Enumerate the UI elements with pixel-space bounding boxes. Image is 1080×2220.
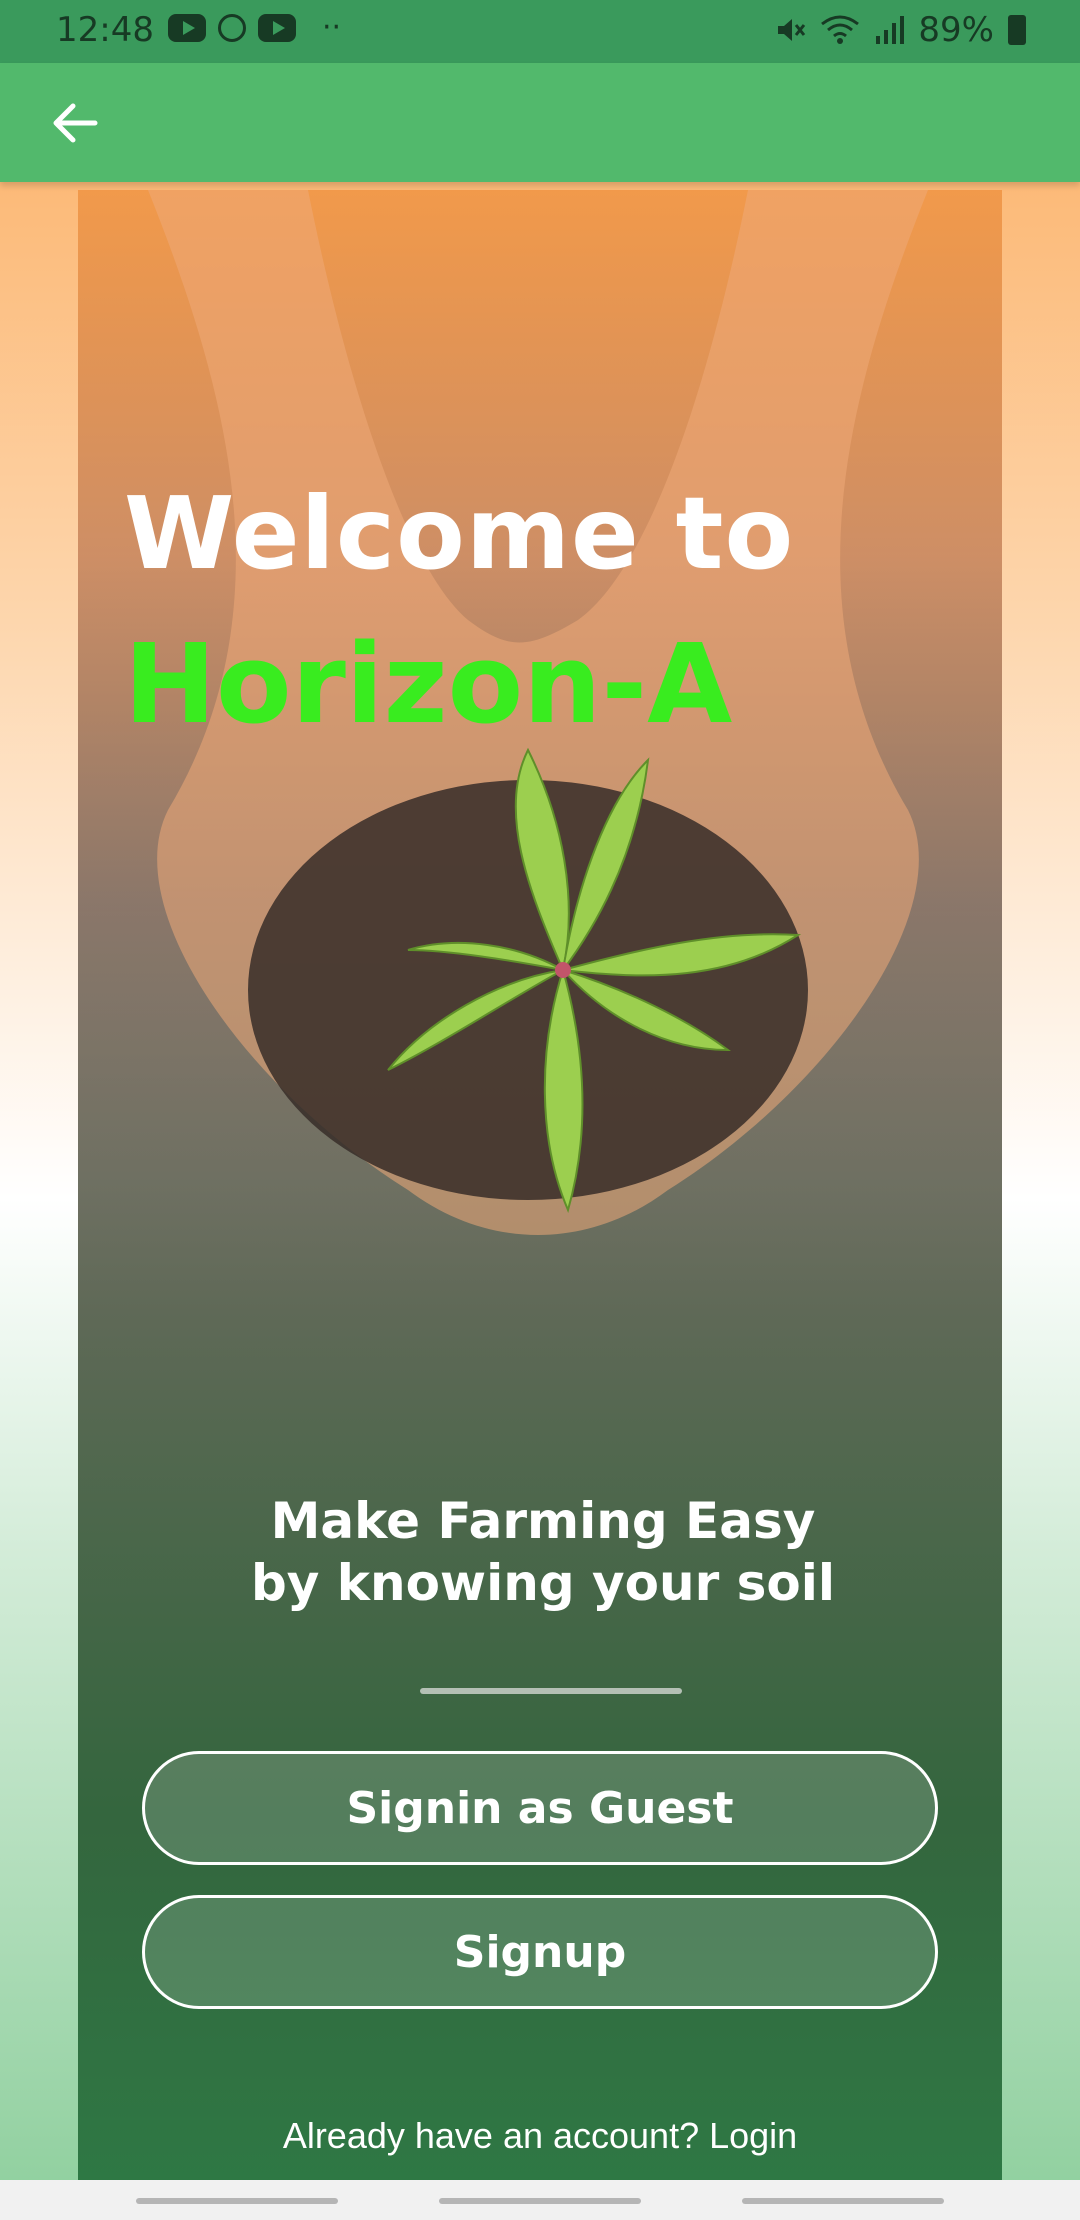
back-button[interactable] <box>40 91 110 155</box>
mute-icon <box>778 19 806 41</box>
login-link[interactable]: Already have an account? Login <box>78 2115 1002 2157</box>
nav-home-button[interactable] <box>439 2198 641 2204</box>
status-time: 12:48 <box>56 10 154 50</box>
wifi-icon <box>821 15 860 44</box>
tagline: Make Farming Easy by knowing your soil <box>250 1492 836 1612</box>
youtube-icon <box>258 14 296 42</box>
circle-icon <box>218 14 246 42</box>
welcome-heading: Welcome to <box>124 475 795 592</box>
app-bar <box>0 63 1080 182</box>
system-icons: 89% <box>774 10 1026 50</box>
youtube-icon <box>168 14 206 42</box>
welcome-card: Welcome to Horizon-A Make Farming Easy b… <box>78 190 1002 2220</box>
status-bar: 12:48 ·· 89% <box>0 0 1080 63</box>
seedling-in-hands-image <box>148 190 928 1235</box>
battery-percentage: 89% <box>918 10 994 50</box>
battery-icon <box>1008 15 1026 45</box>
signin-guest-button[interactable]: Signin as Guest <box>142 1751 938 1865</box>
notification-icons: ·· <box>168 10 342 45</box>
signup-button[interactable]: Signup <box>142 1895 938 2009</box>
navigation-bar <box>0 2180 1080 2220</box>
nav-back-button[interactable] <box>742 2198 944 2204</box>
signal-icon <box>876 16 905 44</box>
more-dots-icon: ·· <box>322 10 342 45</box>
divider <box>420 1688 682 1694</box>
arrow-left-icon <box>53 103 98 143</box>
brand-title: Horizon-A <box>124 620 733 748</box>
nav-recents-button[interactable] <box>136 2198 338 2204</box>
